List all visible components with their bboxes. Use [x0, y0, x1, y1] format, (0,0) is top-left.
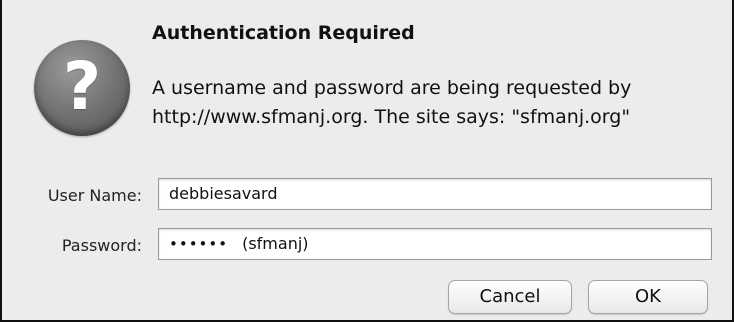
password-field[interactable]: •••••• (sfmanj): [158, 228, 712, 260]
message-line-1: A username and password are being reques…: [152, 77, 632, 99]
username-value: debbiesavard: [169, 184, 278, 203]
username-label: User Name:: [47, 186, 142, 205]
auth-dialog: ? Authentication Required A username and…: [0, 0, 734, 322]
question-mark-icon: ?: [34, 40, 130, 136]
password-masked-value: ••••••: [169, 235, 229, 253]
ok-button[interactable]: OK: [588, 280, 708, 314]
password-hint: (sfmanj): [242, 234, 309, 253]
password-label: Password:: [61, 236, 142, 255]
username-field[interactable]: debbiesavard: [158, 178, 712, 210]
cancel-button[interactable]: Cancel: [448, 280, 572, 314]
dialog-message: A username and password are being reques…: [152, 74, 712, 132]
message-line-2: http://www.sfmanj.org. The site says: "s…: [152, 106, 631, 128]
dialog-title: Authentication Required: [152, 22, 415, 44]
